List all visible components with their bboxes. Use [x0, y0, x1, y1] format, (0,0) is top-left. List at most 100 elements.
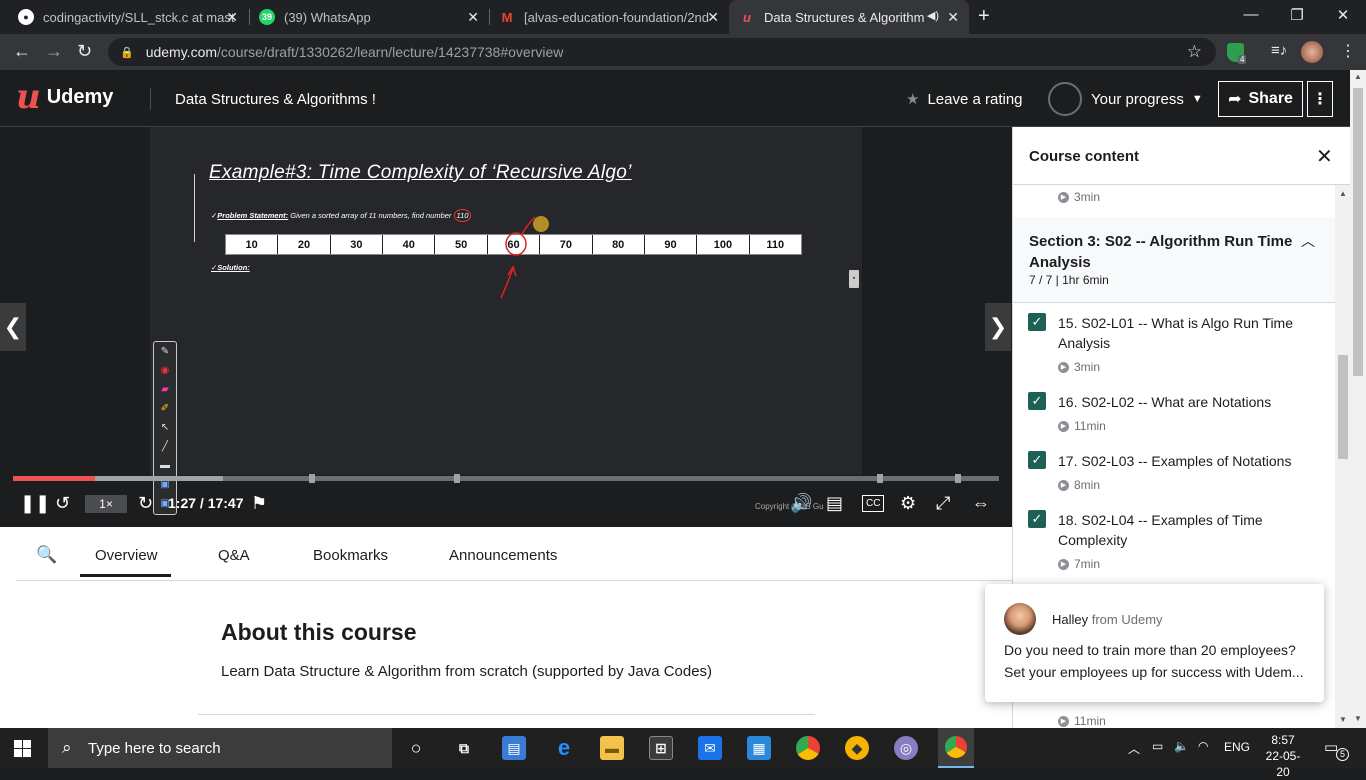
- sidebar-scrollbar[interactable]: ▲ ▼: [1335, 185, 1350, 728]
- scroll-up-icon[interactable]: ▲: [1339, 189, 1347, 198]
- media-control-icon[interactable]: ≡♪: [1271, 42, 1287, 59]
- close-tab-icon[interactable]: ✕: [947, 9, 959, 26]
- scroll-down-icon[interactable]: ▼: [1339, 715, 1347, 724]
- rewind-icon[interactable]: ↺: [55, 493, 70, 513]
- cortana-icon[interactable]: ○: [404, 736, 428, 760]
- battery-icon[interactable]: ▭: [1152, 739, 1163, 753]
- array-cell: 40: [383, 235, 436, 254]
- fullscreen-icon[interactable]: ⤢: [936, 493, 950, 513]
- task-view-icon[interactable]: ⧉: [452, 736, 476, 760]
- tab-overview[interactable]: Overview: [95, 547, 158, 564]
- close-tab-icon[interactable]: ✕: [707, 9, 719, 26]
- browser-tab-gmail[interactable]: M [alvas-education-foundation/2nd ✕: [489, 0, 729, 34]
- address-bar[interactable]: 🔒 udemy.com/course/draft/1330262/learn/l…: [108, 38, 1216, 66]
- restore-button[interactable]: ❐: [1274, 6, 1320, 24]
- tab-bookmarks[interactable]: Bookmarks: [313, 547, 388, 564]
- minimize-button[interactable]: —: [1228, 6, 1274, 23]
- volume-icon[interactable]: 🔊: [790, 493, 812, 513]
- forward-icon[interactable]: ↻: [138, 493, 153, 513]
- checkbox-checked-icon[interactable]: ✓: [1028, 392, 1046, 410]
- speaker-icon[interactable]: ◀): [927, 9, 939, 22]
- url-host: udemy.com: [145, 44, 218, 60]
- lecture-name: 18. S02-L04 -- Examples of Time Complexi…: [1058, 512, 1263, 548]
- store-icon[interactable]: ⊞: [649, 736, 673, 760]
- udemy-logo[interactable]: u Udemy: [16, 80, 113, 114]
- page-scrollbar[interactable]: ▲ ▼: [1350, 70, 1366, 728]
- lecture-duration: ▶ 11min: [1058, 419, 1106, 433]
- mail-icon[interactable]: ✉: [698, 736, 722, 760]
- video-player[interactable]: Example#3: Time Complexity of ‘Recursive…: [0, 127, 1012, 527]
- chrome-icon[interactable]: [796, 736, 820, 760]
- taskbar-clock[interactable]: 8:57 22-05-20: [1260, 732, 1306, 780]
- close-window-button[interactable]: ✕: [1320, 6, 1366, 24]
- next-lecture-button[interactable]: ❯: [985, 303, 1011, 351]
- course-title[interactable]: Data Structures & Algorithms !: [175, 91, 376, 108]
- captions-icon[interactable]: CC: [862, 495, 885, 512]
- leave-rating-button[interactable]: ★ Leave a rating: [906, 90, 1023, 109]
- bookmark-star-icon[interactable]: ☆: [1187, 42, 1202, 62]
- language-indicator[interactable]: ENG: [1224, 740, 1250, 754]
- section-header[interactable]: Section 3: S02 -- Algorithm Run Time Ana…: [1013, 217, 1335, 303]
- file-explorer-icon[interactable]: ▬: [600, 736, 624, 760]
- your-progress-button[interactable]: Your progress ▼: [1048, 82, 1203, 116]
- profile-avatar[interactable]: [1301, 41, 1323, 63]
- browser-menu-icon[interactable]: ⋮: [1340, 41, 1356, 61]
- scroll-up-icon[interactable]: ▲: [1354, 72, 1362, 81]
- tab-qa[interactable]: Q&A: [218, 547, 250, 564]
- close-tab-icon[interactable]: ✕: [226, 9, 238, 26]
- wifi-icon[interactable]: ◠: [1198, 739, 1208, 753]
- reload-icon[interactable]: ↻: [77, 42, 92, 60]
- close-tab-icon[interactable]: ✕: [467, 9, 479, 26]
- checkbox-checked-icon[interactable]: ✓: [1028, 451, 1046, 469]
- page-scrollbar-thumb[interactable]: [1353, 88, 1363, 376]
- browser-tab-github[interactable]: ● codingactivity/SLL_stck.c at mast ✕: [8, 0, 248, 34]
- udemy-header: u Udemy Data Structures & Algorithms ! ★…: [0, 70, 1350, 127]
- volume-icon[interactable]: 🔈: [1174, 739, 1189, 753]
- new-tab-button[interactable]: +: [978, 5, 990, 28]
- browser-tab-udemy[interactable]: u Data Structures & Algorithm ◀) ✕: [729, 0, 969, 34]
- rectangle-tool-icon[interactable]: ▬: [154, 456, 176, 475]
- seek-bar[interactable]: [13, 474, 999, 483]
- desktop-app-icon[interactable]: ▤: [502, 736, 526, 760]
- windows-start-icon[interactable]: [14, 740, 31, 757]
- chevron-up-icon[interactable]: ︿: [1301, 231, 1315, 251]
- checkbox-checked-icon[interactable]: ✓: [1028, 510, 1046, 528]
- app-swirl-icon[interactable]: ◎: [894, 736, 918, 760]
- scroll-down-icon[interactable]: ▼: [1354, 714, 1362, 723]
- tab-title: (39) WhatsApp: [284, 9, 371, 25]
- shield-app-icon[interactable]: ◆: [845, 736, 869, 760]
- eraser-icon[interactable]: ▰: [154, 380, 176, 399]
- forward-icon[interactable]: →: [45, 42, 63, 60]
- playback-speed-button[interactable]: 1×: [85, 495, 127, 513]
- expand-width-icon[interactable]: ⇔: [972, 493, 990, 513]
- settings-gear-icon[interactable]: ⚙: [900, 493, 916, 513]
- add-bookmark-icon[interactable]: ⚑: [251, 493, 267, 513]
- show-hidden-icons-icon[interactable]: ︿: [1128, 740, 1140, 757]
- pen-tool-icon[interactable]: ✎: [154, 342, 176, 361]
- search-icon[interactable]: 🔍: [36, 545, 57, 565]
- app-icon[interactable]: ▦: [747, 736, 771, 760]
- play-circle-icon: ▶: [1058, 715, 1069, 727]
- close-sidebar-icon[interactable]: ✕: [1316, 144, 1333, 169]
- color-tool-icon[interactable]: ◉: [154, 361, 176, 380]
- pause-icon[interactable]: ❚❚: [20, 493, 50, 513]
- share-icon: ➦: [1228, 91, 1242, 108]
- chat-popup[interactable]: Halley from Udemy Do you need to train m…: [985, 584, 1324, 702]
- checkbox-checked-icon[interactable]: ✓: [1028, 313, 1046, 331]
- pointer-icon[interactable]: ↖: [154, 418, 176, 437]
- previous-lecture-button[interactable]: ❮: [0, 303, 26, 351]
- share-button[interactable]: ➦ Share: [1218, 81, 1303, 117]
- sidebar-title: Course content: [1029, 148, 1140, 165]
- sidebar-scrollbar-thumb[interactable]: [1338, 355, 1348, 459]
- edge-icon[interactable]: e: [552, 735, 576, 760]
- back-icon[interactable]: ←: [13, 42, 31, 60]
- browser-tab-whatsapp[interactable]: 39 (39) WhatsApp ✕: [249, 0, 489, 34]
- taskbar-search-box[interactable]: ⌕ Type here to search: [48, 728, 392, 768]
- transcript-icon[interactable]: ▤: [826, 493, 843, 513]
- udemy-icon: u: [743, 9, 751, 25]
- chrome-active-icon[interactable]: [938, 728, 974, 768]
- tab-announcements[interactable]: Announcements: [449, 547, 557, 564]
- highlighter-icon[interactable]: ✐: [154, 399, 176, 418]
- more-options-button[interactable]: ⋮: [1307, 81, 1333, 117]
- line-tool-icon[interactable]: ╱: [154, 437, 176, 456]
